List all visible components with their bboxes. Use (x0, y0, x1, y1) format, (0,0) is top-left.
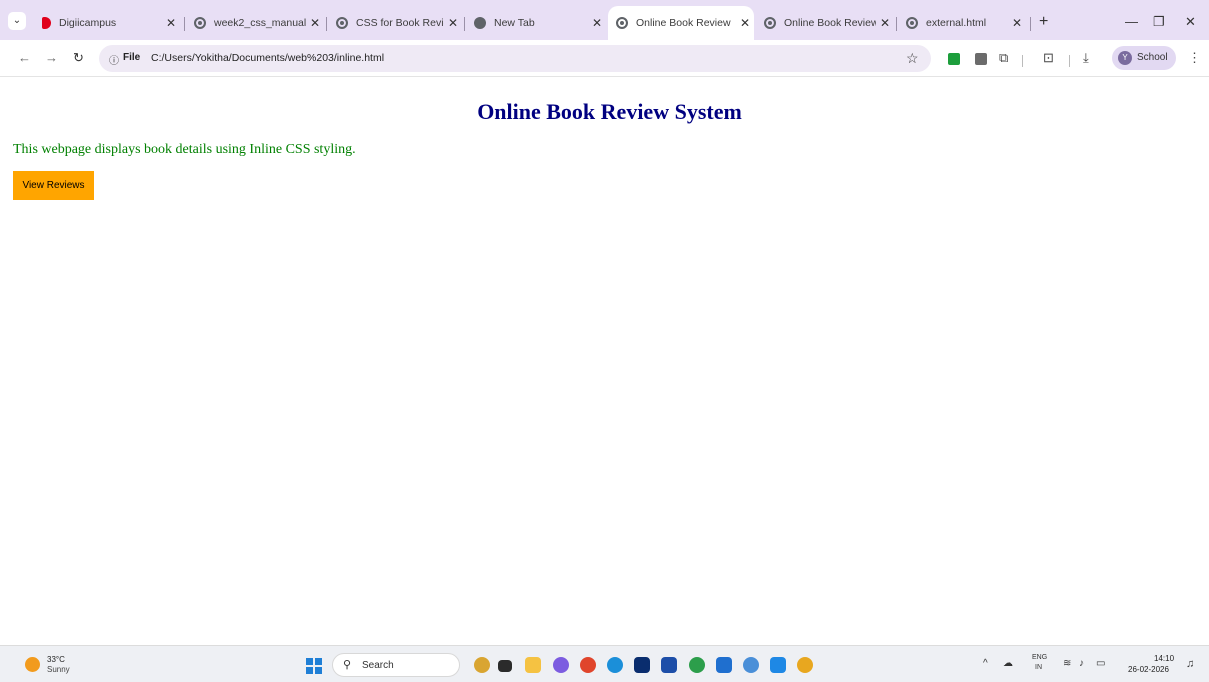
tab-label: Digiicampus (59, 17, 117, 29)
sun-icon[interactable] (25, 657, 40, 672)
chevron-up-icon[interactable]: ^ (983, 658, 988, 669)
tab-external-html[interactable]: external.html ✕ (898, 6, 1026, 40)
reload-icon[interactable]: ↻ (73, 50, 84, 66)
volume-icon[interactable]: ♪ (1079, 658, 1084, 669)
tab-separator (1030, 17, 1031, 31)
edge-icon[interactable] (607, 657, 623, 673)
battery-icon[interactable]: ▭ (1096, 658, 1105, 669)
chrome-app-icon[interactable] (580, 657, 596, 673)
search-label: Search (362, 660, 394, 671)
file-explorer-icon[interactable] (525, 657, 541, 673)
search-icon: ⚲ (343, 659, 352, 671)
chrome-profile-3-icon[interactable] (797, 657, 813, 673)
close-tab-icon[interactable]: ✕ (1008, 16, 1026, 30)
tab-online-book-review-active[interactable]: Online Book Review ✕ (608, 6, 754, 40)
extension-gray-icon[interactable] (975, 53, 987, 65)
page-content: Online Book Review System This webpage d… (0, 78, 1209, 645)
tab-label: CSS for Book Review (356, 17, 444, 29)
tab-label: Online Book Review (636, 17, 731, 29)
globe-icon (616, 17, 628, 29)
profile-label: School (1137, 52, 1168, 63)
extensions-puzzle-icon[interactable]: ⧉ (999, 50, 1008, 66)
notification-bell-icon[interactable]: ♫ (1186, 658, 1194, 670)
more-menu-icon[interactable]: ⋮ (1188, 50, 1201, 66)
tab-week2-css-manual[interactable]: week2_css_manual.pdf ✕ (186, 6, 324, 40)
minimize-icon[interactable]: — (1125, 14, 1138, 29)
language-indicator[interactable]: ENG (1032, 654, 1047, 661)
tab-separator (184, 17, 185, 31)
outlook-icon[interactable] (716, 657, 732, 673)
copilot-icon[interactable] (553, 657, 569, 673)
view-reviews-button[interactable]: View Reviews (13, 171, 94, 200)
chrome-icon (474, 17, 486, 29)
page-title: Online Book Review System (477, 99, 742, 124)
tab-separator (896, 17, 897, 31)
wifi-icon[interactable]: ≋ (1063, 658, 1071, 669)
cloud-sync-icon[interactable]: ☁ (1003, 658, 1013, 669)
address-url[interactable]: C:/Users/Yokitha/Documents/web%203/inlin… (151, 52, 384, 64)
app-icon-1[interactable] (474, 657, 490, 673)
close-tab-icon[interactable]: ✕ (588, 16, 606, 30)
download-icon[interactable]: ⤓ (1083, 50, 1089, 66)
page-description: This webpage displays book details using… (13, 142, 356, 157)
store-icon[interactable] (661, 657, 677, 673)
globe-icon (336, 17, 348, 29)
address-scheme-label: File (123, 52, 141, 63)
tab-separator (464, 17, 465, 31)
vscode-icon[interactable] (770, 657, 786, 673)
tab-separator (326, 17, 327, 31)
forward-arrow-icon[interactable]: → (45, 50, 58, 65)
profile-button[interactable]: Y School (1112, 46, 1176, 70)
globe-icon (194, 17, 206, 29)
extension-green-icon[interactable] (948, 53, 960, 65)
close-tab-icon[interactable]: ✕ (876, 16, 894, 30)
weather-condition[interactable]: Sunny (47, 665, 70, 674)
close-tab-icon[interactable]: ✕ (444, 16, 462, 30)
close-tab-icon[interactable]: ✕ (306, 16, 324, 30)
tab-digiicampus[interactable]: Digiicampus ✕ (34, 6, 180, 40)
screen: ⌄ Digiicampus ✕ week2_css_manual.pdf ✕ C… (0, 0, 1209, 682)
tab-label: Online Book Review (784, 17, 876, 29)
address-bar[interactable]: ⓘ File C:/Users/Yokitha/Documents/web%20… (99, 45, 931, 72)
tab-new-tab[interactable]: New Tab ✕ (466, 6, 606, 40)
browser-toolbar: ← → ↻ ⓘ File C:/Users/Yokitha/Documents/… (0, 40, 1209, 77)
digiicampus-favicon-icon (42, 17, 51, 29)
language-region[interactable]: IN (1035, 664, 1042, 671)
tab-label: week2_css_manual.pdf (214, 17, 306, 29)
chrome-profile-2-icon[interactable] (743, 657, 759, 673)
weather-temperature[interactable]: 33°C (47, 655, 65, 664)
tab-online-book-review[interactable]: Online Book Review ✕ (756, 6, 894, 40)
lens-icon[interactable]: ⊡ (1043, 50, 1054, 66)
toolbar-separator (1022, 55, 1023, 67)
tab-search-menu-icon[interactable]: ⌄ (8, 12, 26, 30)
task-view-icon[interactable] (498, 660, 512, 672)
close-tab-icon[interactable]: ✕ (162, 16, 180, 30)
globe-icon (764, 17, 776, 29)
back-arrow-icon[interactable]: ← (18, 50, 31, 65)
clock-time[interactable]: 14:10 (1154, 654, 1174, 663)
bookmark-star-icon[interactable]: ☆ (906, 50, 919, 67)
tab-strip: ⌄ Digiicampus ✕ week2_css_manual.pdf ✕ C… (0, 0, 1209, 40)
tab-css-for-book-review[interactable]: CSS for Book Review ✕ (328, 6, 462, 40)
close-tab-icon[interactable]: ✕ (736, 16, 754, 30)
tab-label: New Tab (494, 17, 535, 29)
clock-date[interactable]: 26-02-2026 (1128, 665, 1169, 674)
globe-icon (906, 17, 918, 29)
taskbar: 33°C Sunny ⚲ Search ^ ☁ ENG IN ≋ ♪ ▭ 14:… (0, 645, 1209, 682)
window-close-icon[interactable]: ✕ (1185, 14, 1196, 30)
dropbox-icon[interactable] (634, 657, 650, 673)
new-tab-button[interactable]: + (1039, 13, 1048, 31)
avatar: Y (1118, 51, 1132, 65)
start-windows-icon[interactable] (306, 658, 322, 674)
info-icon[interactable]: ⓘ (109, 52, 119, 67)
tab-label: external.html (926, 17, 987, 29)
chrome-profile-icon[interactable] (689, 657, 705, 673)
taskbar-search-box[interactable]: ⚲ Search (332, 653, 460, 677)
toolbar-separator (1069, 55, 1070, 67)
restore-icon[interactable]: ❐ (1153, 14, 1165, 30)
